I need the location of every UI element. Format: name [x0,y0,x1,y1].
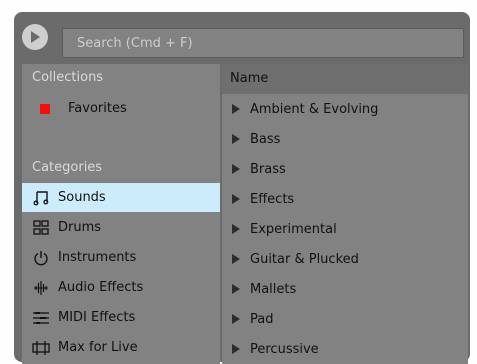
search-input[interactable]: Search (Cmd + F) [62,28,464,58]
expand-triangle-icon[interactable] [232,314,240,324]
list-item[interactable]: Pad [222,304,468,334]
sidebar-item-label: Sounds [58,190,106,205]
sidebar-item-label: MIDI Effects [58,310,136,325]
sidebar-item-label: Favorites [68,101,127,116]
collections-title: Collections [32,70,104,85]
list-item[interactable]: Guitar & Plucked [222,244,468,274]
grid-icon [32,219,50,237]
power-icon [32,249,50,267]
expand-triangle-icon[interactable] [232,254,240,264]
sidebar-item-label: Audio Effects [58,280,144,295]
column-header-name[interactable]: Name [222,64,468,94]
favorites-color-tag [40,103,50,114]
sidebar-item-midi-effects[interactable]: MIDI Effects [22,303,220,332]
play-logo-icon[interactable] [22,24,48,50]
sidebar-item-label: Drums [58,220,102,235]
expand-triangle-icon[interactable] [232,224,240,234]
sidebar: Collections Favorites Categories Sounds … [22,64,220,364]
sidebar-item-audio-effects[interactable]: Audio Effects [22,273,220,302]
midi-icon [32,309,50,327]
sidebar-item-sounds[interactable]: Sounds [22,183,220,212]
list-item[interactable]: Bass [222,124,468,154]
sidebar-item-drums[interactable]: Drums [22,213,220,242]
categories-title: Categories [32,160,103,175]
list-item[interactable]: Experimental [222,214,468,244]
sidebar-item-label: Max for Live [58,340,138,355]
list-item[interactable]: Brass [222,154,468,184]
expand-triangle-icon[interactable] [232,284,240,294]
expand-triangle-icon[interactable] [232,344,240,354]
sidebar-item-instruments[interactable]: Instruments [22,243,220,272]
list-item[interactable]: Ambient & Evolving [222,94,468,124]
sidebar-item-label: Instruments [58,250,137,265]
expand-triangle-icon[interactable] [232,194,240,204]
expand-triangle-icon[interactable] [232,104,240,114]
list-item[interactable]: Effects [222,184,468,214]
max-icon [32,339,50,357]
sidebar-item-max-for-live[interactable]: Max for Live [22,333,220,362]
sidebar-item-favorites[interactable]: Favorites [22,94,220,123]
waveform-icon [32,279,50,297]
list-item[interactable]: Percussive [222,334,468,364]
expand-triangle-icon[interactable] [232,134,240,144]
content-list: Name Ambient & Evolving Bass Brass Effec… [222,64,468,364]
expand-triangle-icon[interactable] [232,164,240,174]
list-item[interactable]: Mallets [222,274,468,304]
note-icon [32,189,50,207]
